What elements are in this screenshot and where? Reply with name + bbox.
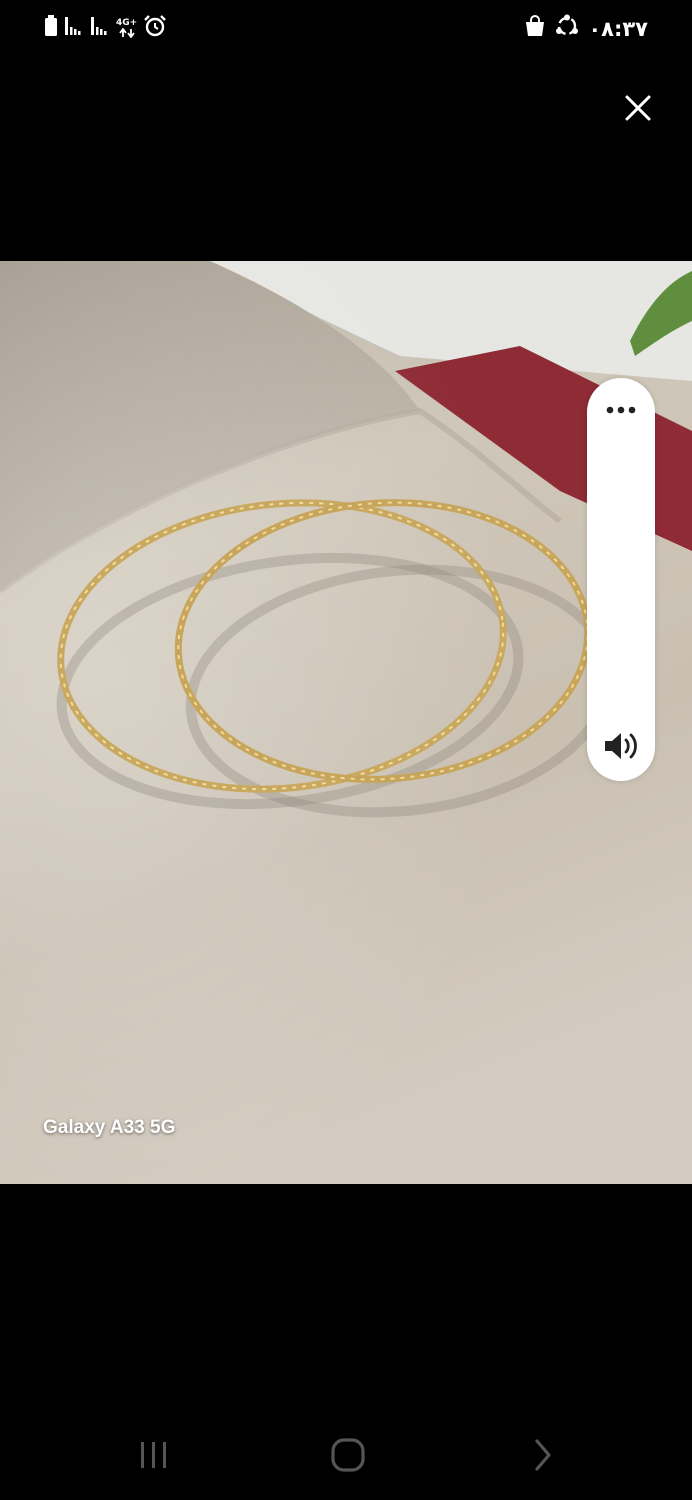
more-options-icon (606, 406, 636, 414)
side-control-panel (587, 378, 655, 781)
home-button[interactable] (318, 1430, 378, 1480)
status-right-group: ۰۸:۳۷ (524, 14, 648, 43)
recent-apps-icon (141, 1442, 166, 1468)
close-icon (625, 95, 651, 121)
battery-icon (44, 15, 58, 42)
volume-button[interactable] (601, 728, 641, 764)
network-type-label: 4G+ (116, 18, 138, 28)
recent-apps-button[interactable] (124, 1430, 184, 1480)
device-watermark: Galaxy A33 5G (43, 1117, 176, 1138)
navigation-bar (0, 1410, 692, 1500)
signal-sim2-icon (90, 15, 110, 42)
shopping-bag-icon (524, 14, 546, 43)
back-button[interactable] (512, 1430, 572, 1480)
sync-icon (554, 14, 580, 43)
home-icon (331, 1438, 365, 1472)
volume-icon (605, 733, 637, 759)
signal-sim1-icon (64, 15, 84, 42)
close-button[interactable] (616, 86, 660, 130)
status-time: ۰۸:۳۷ (588, 16, 648, 41)
status-left-group: 4G+ (44, 14, 167, 43)
network-4g-icon: 4G+ (116, 19, 137, 38)
alarm-icon (143, 14, 167, 43)
more-options-button[interactable] (601, 396, 641, 424)
status-bar: 4G+ ۰۸:۳۷ (0, 0, 692, 56)
back-icon (535, 1439, 551, 1471)
